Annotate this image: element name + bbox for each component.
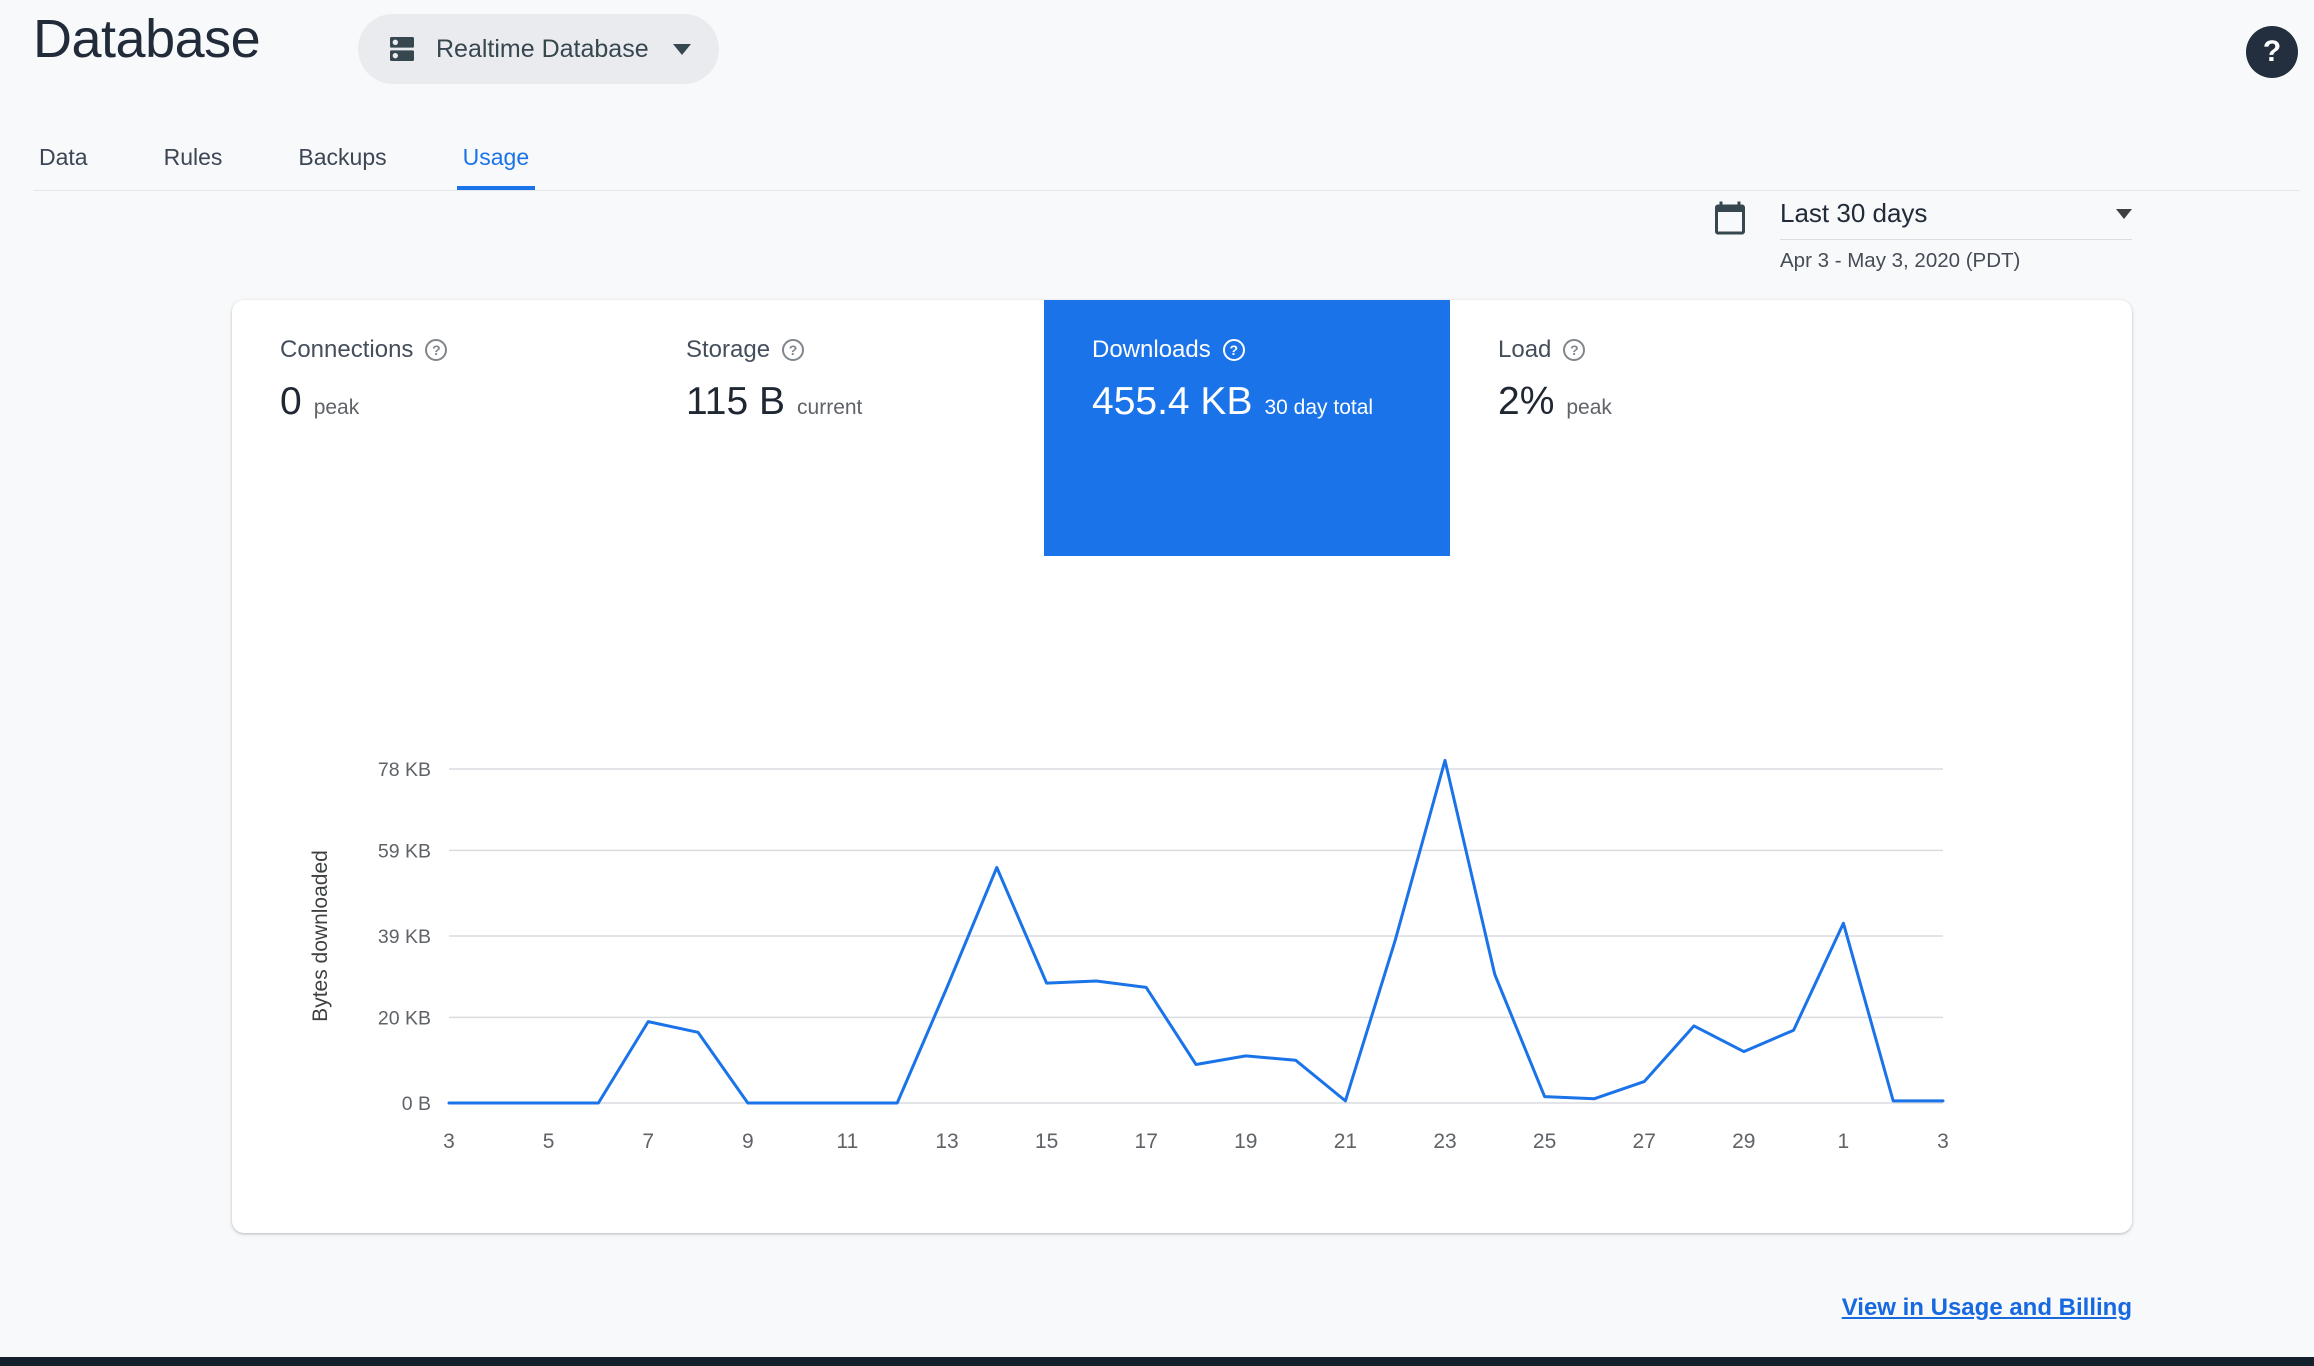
metric-unit: peak: [313, 396, 360, 419]
metric-label: Load: [1498, 336, 1552, 363]
database-selector[interactable]: Realtime Database: [358, 14, 719, 84]
tab-usage[interactable]: Usage: [456, 128, 536, 190]
svg-text:9: 9: [742, 1130, 754, 1153]
usage-card: Connections ? 0 peak Storage ? 115 B cur…: [232, 300, 2132, 1233]
help-icon: ?: [2262, 35, 2282, 68]
svg-text:0 B: 0 B: [402, 1093, 431, 1115]
svg-text:39 KB: 39 KB: [378, 926, 431, 948]
metric-value: 0: [280, 380, 302, 423]
svg-text:21: 21: [1334, 1130, 1357, 1153]
help-icon[interactable]: ?: [425, 339, 448, 361]
metric-unit: peak: [1566, 396, 1612, 419]
svg-text:25: 25: [1533, 1130, 1556, 1153]
metric-tile-downloads[interactable]: Downloads ? 455.4 KB 30 day total: [1044, 300, 1450, 556]
svg-text:20 KB: 20 KB: [378, 1007, 431, 1029]
tab-bar: Data Rules Backups Usage: [33, 128, 2300, 191]
svg-text:11: 11: [836, 1130, 858, 1153]
svg-text:29: 29: [1732, 1130, 1755, 1153]
svg-text:78 KB: 78 KB: [378, 759, 431, 781]
bottom-bar: [0, 1357, 2314, 1366]
date-range-main: Last 30 days Apr 3 - May 3, 2020 (PDT): [1780, 198, 2132, 273]
metric-unit: current: [797, 396, 863, 419]
svg-text:13: 13: [935, 1130, 958, 1153]
downloads-chart: 78 KB59 KB39 KB20 KB0 B3 5 7 9 11 13 15 17 19 21 2…: [309, 758, 1949, 1153]
metric-label: Connections: [280, 336, 414, 363]
svg-text:5: 5: [543, 1130, 555, 1153]
svg-text:7: 7: [642, 1130, 654, 1153]
svg-text:17: 17: [1135, 1130, 1158, 1153]
metric-value: 455.4 KB: [1092, 380, 1253, 423]
metric-value: 115 B: [686, 380, 786, 423]
database-selector-label: Realtime Database: [436, 34, 649, 63]
chevron-down-icon: [2116, 208, 2132, 219]
usage-billing-link[interactable]: View in Usage and Billing: [1842, 1294, 2132, 1322]
svg-text:3: 3: [1937, 1130, 1949, 1153]
metric-tile-storage[interactable]: Storage ? 115 B current: [638, 300, 1044, 556]
metric-tile-load[interactable]: Load ? 2% peak: [1450, 300, 1856, 556]
help-icon[interactable]: ?: [782, 339, 805, 361]
date-range-row: Last 30 days: [1780, 198, 2132, 240]
tab-rules[interactable]: Rules: [158, 128, 229, 190]
metric-value: 2%: [1498, 380, 1555, 423]
page-title: Database: [33, 9, 261, 69]
svg-text:27: 27: [1633, 1130, 1656, 1153]
help-icon[interactable]: ?: [1563, 339, 1586, 361]
svg-text:3: 3: [443, 1130, 455, 1153]
svg-text:15: 15: [1035, 1130, 1058, 1153]
help-icon[interactable]: ?: [1222, 339, 1245, 361]
database-icon: [386, 33, 418, 65]
svg-text:1: 1: [1838, 1130, 1850, 1153]
svg-text:59 KB: 59 KB: [378, 840, 431, 862]
svg-text:19: 19: [1234, 1130, 1257, 1153]
date-range-label: Last 30 days: [1780, 198, 1928, 228]
svg-text:23: 23: [1433, 1130, 1456, 1153]
date-range-detail: Apr 3 - May 3, 2020 (PDT): [1780, 249, 2021, 272]
metric-tiles: Connections ? 0 peak Storage ? 115 B cur…: [232, 300, 2132, 556]
tab-backups[interactable]: Backups: [292, 128, 392, 190]
metric-label: Downloads: [1092, 336, 1211, 363]
chevron-down-icon: [672, 43, 691, 55]
tab-data[interactable]: Data: [33, 128, 94, 190]
svg-text:Bytes downloaded: Bytes downloaded: [309, 850, 332, 1022]
metric-label: Storage: [686, 336, 771, 363]
help-button[interactable]: ?: [2246, 26, 2298, 78]
calendar-icon: [1712, 200, 1748, 273]
date-range-selector[interactable]: Last 30 days Apr 3 - May 3, 2020 (PDT): [1712, 198, 2132, 273]
metric-unit: 30 day total: [1264, 396, 1374, 419]
metric-tile-connections[interactable]: Connections ? 0 peak: [232, 300, 638, 556]
